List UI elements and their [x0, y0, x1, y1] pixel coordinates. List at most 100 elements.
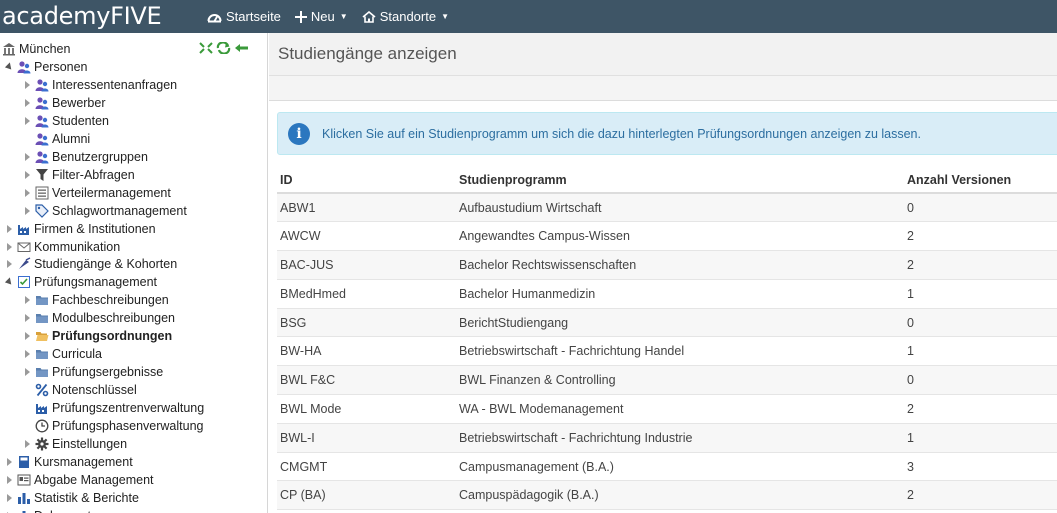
nav-locations-dropdown[interactable]: Standorte ▼ — [355, 0, 456, 33]
expand-toggle-icon[interactable] — [22, 202, 32, 220]
cell-versions[interactable]: 1 — [904, 279, 1057, 309]
table-row[interactable]: AWCW Angewandtes Campus-Wissen 2 — [277, 221, 1057, 252]
sidebar-item-prüfungsphasenverwaltung[interactable]: Prüfungsphasenverwaltung — [22, 417, 204, 435]
sidebar-root[interactable]: München — [2, 40, 70, 58]
sidebar-item-einstellungen[interactable]: Einstellungen — [22, 435, 127, 453]
app-logo[interactable]: academyFIVE — [0, 0, 200, 33]
column-header-id[interactable]: ID — [277, 167, 456, 194]
table-row[interactable]: BWL F&C BWL Finanzen & Controlling 0 — [277, 365, 1057, 396]
cell-program[interactable]: BWL Finanzen & Controlling — [456, 365, 904, 396]
cell-versions[interactable]: 0 — [904, 193, 1057, 223]
sidebar-item-filter-abfragen[interactable]: Filter-Abfragen — [22, 166, 135, 184]
cell-program[interactable]: Betriebswirtschaft - Fachrichtung Indust… — [456, 423, 904, 453]
cell-program[interactable]: Angewandtes Campus-Wissen — [456, 221, 904, 252]
sidebar-item-benutzergruppen[interactable]: Benutzergruppen — [22, 148, 148, 166]
cell-versions[interactable]: 0 — [904, 365, 1057, 396]
cell-versions[interactable]: 1 — [904, 423, 1057, 453]
expand-toggle-icon[interactable] — [22, 291, 32, 309]
column-header-program[interactable]: Studienprogramm — [456, 167, 904, 194]
expand-toggle-icon[interactable] — [22, 327, 32, 345]
cell-versions[interactable]: 0 — [904, 308, 1057, 338]
sidebar-item-kommunikation[interactable]: Kommunikation — [4, 238, 120, 256]
collapse-toggle-icon[interactable] — [4, 58, 14, 76]
expand-toggle-icon[interactable] — [4, 507, 14, 513]
cell-id[interactable]: BWL Mode — [277, 394, 456, 424]
sidebar-item-studiengänge-kohorten[interactable]: Studiengänge & Kohorten — [4, 255, 177, 273]
sidebar-item-abgabe-management[interactable]: Abgabe Management — [4, 471, 154, 489]
cell-program[interactable]: BerichtStudiengang — [456, 308, 904, 338]
sidebar-item-dokumente[interactable]: Dokumente — [4, 507, 98, 513]
cell-program[interactable]: Campuspädagogik (B.A.) — [456, 480, 904, 511]
table-row[interactable]: CP (BA) Campuspädagogik (B.A.) 2 — [277, 480, 1057, 511]
expand-toggle-icon[interactable] — [4, 238, 14, 256]
table-row[interactable]: CMGMT Campusmanagement (B.A.) 3 — [277, 452, 1057, 482]
cell-versions[interactable]: 2 — [904, 480, 1057, 511]
table-row[interactable]: ABW1 Aufbaustudium Wirtschaft 0 — [277, 193, 1057, 223]
expand-all-icon[interactable] — [199, 42, 213, 54]
sidebar-item-interessentenanfragen[interactable]: Interessentenanfragen — [22, 76, 177, 94]
table-row[interactable]: BMedHmed Bachelor Humanmedizin 1 — [277, 279, 1057, 309]
cell-id[interactable]: CP (BA) — [277, 480, 456, 511]
sidebar-item-firmen-institutionen[interactable]: Firmen & Institutionen — [4, 220, 156, 238]
expand-toggle-icon[interactable] — [4, 489, 14, 507]
arrow-left-icon[interactable] — [234, 42, 249, 54]
cell-id[interactable]: AWCW — [277, 221, 456, 252]
cell-id[interactable]: BWL F&C — [277, 365, 456, 396]
sidebar-item-fachbeschreibungen[interactable]: Fachbeschreibungen — [22, 291, 169, 309]
refresh-icon[interactable] — [216, 42, 231, 54]
sidebar-item-prüfungszentrenverwaltung[interactable]: Prüfungszentrenverwaltung — [22, 399, 204, 417]
expand-toggle-icon[interactable] — [4, 220, 14, 238]
expand-toggle-icon[interactable] — [22, 309, 32, 327]
cell-program[interactable]: Campusmanagement (B.A.) — [456, 452, 904, 482]
expand-toggle-icon[interactable] — [22, 112, 32, 130]
sidebar-item-modulbeschreibungen[interactable]: Modulbeschreibungen — [22, 309, 175, 327]
cell-program[interactable]: Bachelor Rechtswissenschaften — [456, 250, 904, 280]
expand-toggle-icon[interactable] — [22, 76, 32, 94]
cell-id[interactable]: BSG — [277, 308, 456, 338]
table-row[interactable]: BSG BerichtStudiengang 0 — [277, 308, 1057, 338]
sidebar-item-kursmanagement[interactable]: Kursmanagement — [4, 453, 133, 471]
expand-toggle-icon[interactable] — [22, 435, 32, 453]
cell-id[interactable]: BW-HA — [277, 336, 456, 367]
sidebar-item-statistik-berichte[interactable]: Statistik & Berichte — [4, 489, 139, 507]
cell-id[interactable]: CMGMT — [277, 452, 456, 482]
cell-id[interactable]: ABW1 — [277, 193, 456, 223]
cell-versions[interactable]: 2 — [904, 221, 1057, 252]
cell-id[interactable]: BWL-I — [277, 423, 456, 453]
column-header-versions[interactable]: Anzahl Versionen — [904, 167, 1057, 194]
expand-toggle-icon[interactable] — [22, 94, 32, 112]
cell-versions[interactable]: 2 — [904, 394, 1057, 424]
table-row[interactable]: BAC-JUS Bachelor Rechtswissenschaften 2 — [277, 250, 1057, 280]
table-row[interactable]: BWL Mode WA - BWL Modemanagement 2 — [277, 394, 1057, 424]
table-row[interactable]: BW-HA Betriebswirtschaft - Fachrichtung H… — [277, 336, 1057, 367]
sidebar-item-schlagwortmanagement[interactable]: Schlagwortmanagement — [22, 202, 187, 220]
expand-toggle-icon[interactable] — [22, 345, 32, 363]
sidebar-item-prüfungsmanagement[interactable]: Prüfungsmanagement — [4, 273, 157, 291]
cell-id[interactable]: BAC-JUS — [277, 250, 456, 280]
cell-id[interactable]: BMedHmed — [277, 279, 456, 309]
table-row[interactable]: BWL-I Betriebswirtschaft - Fachrichtung I… — [277, 423, 1057, 453]
sidebar-item-studenten[interactable]: Studenten — [22, 112, 109, 130]
expand-toggle-icon[interactable] — [4, 255, 14, 273]
cell-versions[interactable]: 1 — [904, 336, 1057, 367]
sidebar-item-prüfungsergebnisse[interactable]: Prüfungsergebnisse — [22, 363, 163, 381]
sidebar-item-verteilermanagement[interactable]: Verteilermanagement — [22, 184, 171, 202]
cell-program[interactable]: Aufbaustudium Wirtschaft — [456, 193, 904, 223]
expand-toggle-icon[interactable] — [22, 363, 32, 381]
nav-home[interactable]: Startseite — [200, 0, 288, 33]
sidebar-item-notenschlüssel[interactable]: Notenschlüssel — [22, 381, 137, 399]
expand-toggle-icon[interactable] — [4, 471, 14, 489]
cell-versions[interactable]: 3 — [904, 452, 1057, 482]
expand-toggle-icon[interactable] — [22, 166, 32, 184]
collapse-toggle-icon[interactable] — [4, 273, 14, 291]
sidebar-item-alumni[interactable]: Alumni — [22, 130, 90, 148]
cell-program[interactable]: Bachelor Humanmedizin — [456, 279, 904, 309]
cell-program[interactable]: WA - BWL Modemanagement — [456, 394, 904, 424]
nav-new-dropdown[interactable]: Neu ▼ — [288, 0, 355, 33]
expand-toggle-icon[interactable] — [22, 148, 32, 166]
cell-program[interactable]: Betriebswirtschaft - Fachrichtung Handel — [456, 336, 904, 367]
expand-toggle-icon[interactable] — [4, 453, 14, 471]
sidebar-item-prüfungsordnungen[interactable]: Prüfungsordnungen — [22, 327, 172, 345]
expand-toggle-icon[interactable] — [22, 184, 32, 202]
sidebar-item-curricula[interactable]: Curricula — [22, 345, 102, 363]
